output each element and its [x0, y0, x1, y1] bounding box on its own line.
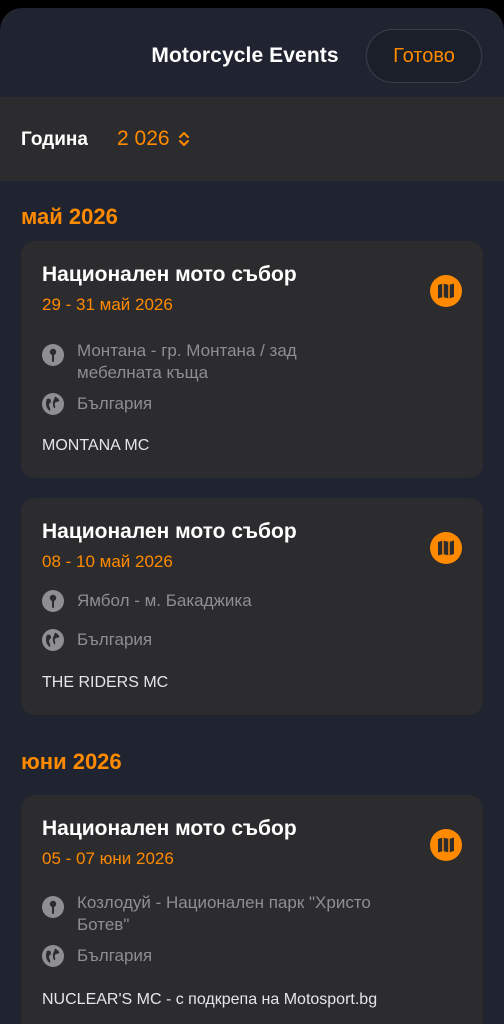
chevron-up-down-icon [178, 132, 189, 146]
done-button[interactable]: Готово [366, 29, 482, 83]
event-location: Козлодуй - Национален парк "Христо Ботев… [77, 893, 371, 934]
pin-icon [42, 344, 64, 366]
globe-icon [42, 629, 64, 651]
event-country: България [77, 394, 153, 413]
events-sheet: Motorcycle Events Готово Година 2 026 ма… [0, 8, 504, 1024]
map-icon [438, 283, 454, 299]
event-country: България [77, 630, 153, 649]
event-card[interactable]: Национален мото събор 05 - 07 юни 2026 К… [21, 795, 483, 1024]
event-title: Национален мото събор [42, 817, 297, 840]
event-title: Национален мото събор [42, 263, 297, 286]
event-title: Национален мото събор [42, 520, 297, 543]
event-card[interactable]: Национален мото събор 08 - 10 май 2026 Я… [21, 498, 483, 715]
event-location: Ямбол - м. Бакаджика [77, 591, 252, 610]
map-button[interactable] [430, 275, 462, 307]
globe-icon [42, 945, 64, 967]
pin-icon [42, 590, 64, 612]
globe-icon [42, 393, 64, 415]
year-picker[interactable]: 2 026 [117, 127, 190, 151]
year-label: Година [21, 129, 88, 150]
event-card[interactable]: Национален мото събор 29 - 31 май 2026 М… [21, 241, 483, 478]
map-button[interactable] [430, 829, 462, 861]
map-icon [438, 837, 454, 853]
map-button[interactable] [430, 532, 462, 564]
nav-header: Motorcycle Events Готово [0, 8, 504, 98]
event-club: NUCLEAR'S MC - с подкрепа на Motosport.b… [42, 991, 378, 1008]
event-club: MONTANA MC [42, 437, 150, 454]
pin-icon [42, 896, 64, 918]
month-header: юни 2026 [21, 749, 122, 774]
event-dates: 29 - 31 май 2026 [42, 295, 173, 314]
event-dates: 05 - 07 юни 2026 [42, 849, 174, 868]
year-filter-bar: Година 2 026 [0, 97, 504, 181]
year-value: 2 026 [117, 127, 170, 150]
event-location: Монтана - гр. Монтана / зад мебелната къ… [77, 341, 297, 382]
month-header: май 2026 [21, 204, 118, 229]
event-country: България [77, 946, 153, 965]
event-club: THE RIDERS MC [42, 674, 169, 691]
event-dates: 08 - 10 май 2026 [42, 552, 173, 571]
map-icon [438, 540, 454, 556]
